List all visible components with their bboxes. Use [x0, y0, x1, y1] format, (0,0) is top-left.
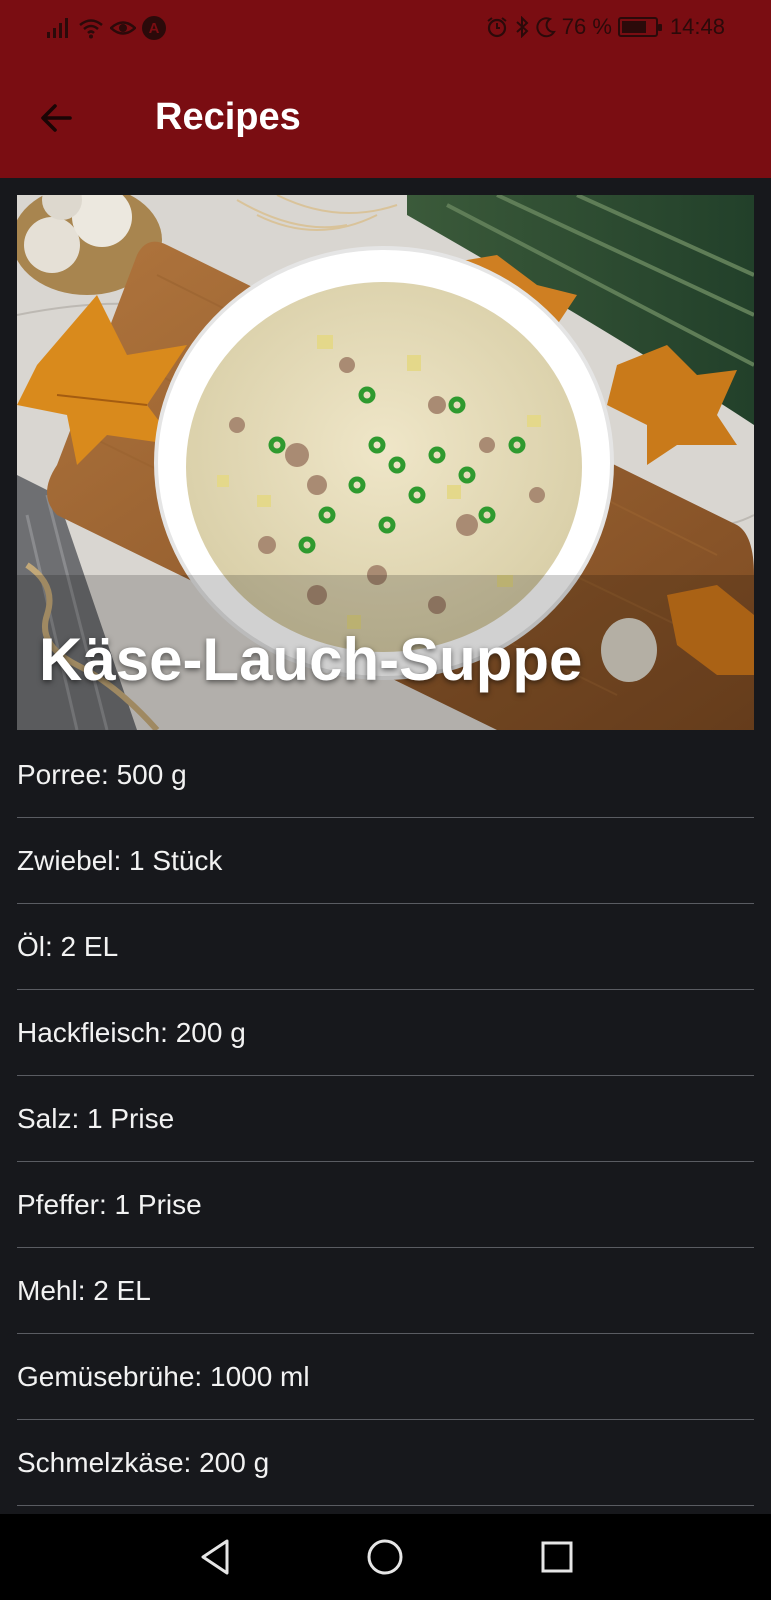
page-title: Recipes	[155, 96, 301, 138]
ingredient-label: Salz: 1 Prise	[17, 1102, 175, 1134]
system-nav-bar	[0, 1514, 771, 1600]
battery-icon	[617, 17, 662, 37]
status-bar-right: 76 % 14:48	[486, 14, 725, 40]
ingredient-item: Pfeffer: 1 Prise	[17, 1162, 754, 1248]
nav-recents-button[interactable]	[532, 1532, 582, 1582]
ingredient-item: Mehl: 2 EL	[17, 1248, 754, 1334]
bluetooth-icon	[516, 16, 529, 38]
recents-square-icon	[541, 1541, 573, 1573]
back-button[interactable]	[30, 92, 82, 144]
battery-fill	[621, 21, 646, 33]
battery-percent: 76 %	[561, 14, 612, 39]
ingredients-list: Porree: 500 g Zwiebel: 1 Stück Öl: 2 EL Hac…	[17, 732, 754, 1506]
ingredient-label: Hackfleisch: 200 g	[17, 1016, 246, 1048]
back-triangle-icon	[201, 1539, 229, 1575]
ingredient-label: Porree: 500 g	[17, 758, 187, 790]
ingredient-label: Zwiebel: 1 Stück	[17, 844, 223, 876]
recipe-hero-image: Käse-Lauch-Suppe	[17, 195, 754, 730]
alarm-icon	[487, 17, 507, 38]
eye-icon	[110, 21, 136, 35]
wifi-icon	[79, 19, 103, 39]
ingredient-item: Zwiebel: 1 Stück	[17, 818, 754, 904]
recipe-title: Käse-Lauch-Suppe	[39, 626, 583, 693]
status-bar: A 76 % 14:48	[0, 0, 771, 58]
home-circle-icon	[367, 1539, 403, 1575]
status-bar-left: A	[46, 16, 166, 40]
clock: 14:48	[669, 14, 725, 39]
nav-back-button[interactable]	[190, 1532, 240, 1582]
ingredient-label: Schmelzkäse: 200 g	[17, 1446, 270, 1478]
ingredient-item: Salz: 1 Prise	[17, 1076, 754, 1162]
ingredient-item: Hackfleisch: 200 g	[17, 990, 754, 1076]
arrow-left-icon	[41, 104, 72, 132]
app-bar: Recipes	[0, 58, 771, 178]
ingredient-label: Gemüsebrühe: 1000 ml	[17, 1360, 310, 1392]
ingredient-item: Schmelzkäse: 200 g	[17, 1420, 754, 1506]
ingredient-label: Öl: 2 EL	[17, 930, 119, 962]
navigation-a-icon: A	[142, 16, 166, 40]
nav-home-button[interactable]	[360, 1532, 410, 1582]
ingredient-item: Öl: 2 EL	[17, 904, 754, 990]
ingredient-label: Mehl: 2 EL	[17, 1274, 151, 1306]
signal-icon	[47, 18, 68, 38]
moon-icon	[536, 17, 556, 38]
ingredient-label: Pfeffer: 1 Prise	[17, 1188, 202, 1220]
ingredient-item: Gemüsebrühe: 1000 ml	[17, 1334, 754, 1420]
ingredient-item: Porree: 500 g	[17, 732, 754, 818]
